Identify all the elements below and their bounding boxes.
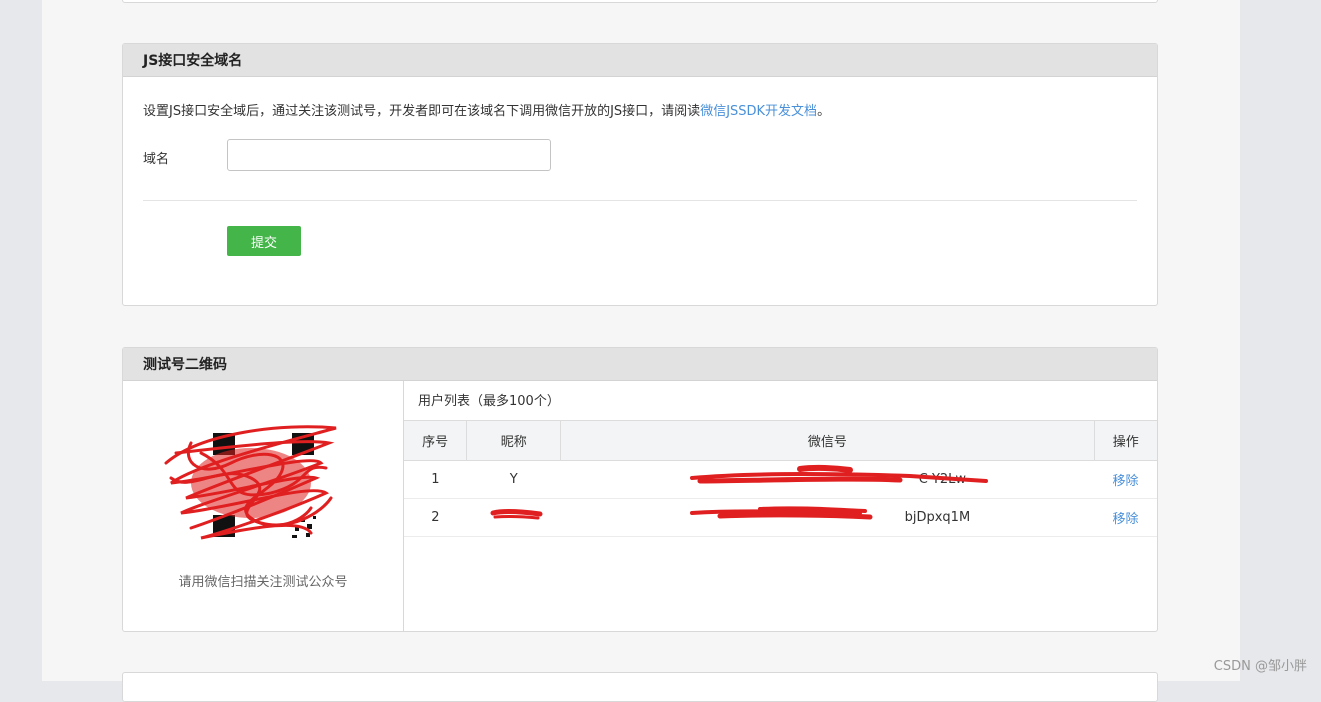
js-domain-card: JS接口安全域名 设置JS接口安全域后，通过关注该测试号，开发者即可在该域名下调… [122,43,1158,306]
row-index: 2 [404,498,467,537]
js-domain-description: 设置JS接口安全域后，通过关注该测试号，开发者即可在该域名下调用微信开放的JS接… [143,100,830,119]
page-container: JS接口安全域名 设置JS接口安全域后，通过关注该测试号，开发者即可在该域名下调… [42,0,1240,702]
remove-user-link[interactable]: 移除 [1094,460,1157,499]
domain-label: 域名 [143,152,170,167]
column-header-index: 序号 [404,420,468,461]
qr-caption: 请用微信扫描关注测试公众号 [178,575,348,590]
next-section-card [122,672,1158,702]
user-list-panel: 用户列表（最多100个） 序号 昵称 微信号 操作 1 Y C Y2Lw 移除 … [404,381,1157,631]
domain-input[interactable] [227,139,551,171]
qr-code-redacted [164,425,337,540]
previous-section-card [122,0,1158,3]
column-header-nickname: 昵称 [466,420,562,461]
table-header-row: 序号 昵称 微信号 操作 [404,420,1157,461]
row-wechat-id-text: C Y2Lw [918,472,967,487]
js-domain-title: JS接口安全域名 [143,53,243,69]
row-nickname: Y [466,460,561,499]
description-text: 设置JS接口安全域后，通过关注该测试号，开发者即可在该域名下调用微信开放的JS接… [143,104,701,119]
table-row: 2 bjDpxq1M 移除 [404,498,1157,537]
form-divider [143,200,1137,201]
watermark: CSDN @邹小胖 [1213,659,1307,674]
user-list-title: 用户列表（最多100个） [418,394,560,409]
remove-user-link[interactable]: 移除 [1094,498,1157,537]
qr-title: 测试号二维码 [143,357,227,373]
submit-button[interactable]: 提交 [227,226,301,256]
row-nickname [466,498,561,537]
row-wechat-id-text: bjDpxq1M [904,510,971,525]
qr-header: 测试号二维码 [123,348,1157,381]
user-table: 序号 昵称 微信号 操作 1 Y C Y2Lw 移除 2 bjDpxq1M 移除 [404,420,1157,537]
row-index: 1 [404,460,467,499]
row-wechat-id: bjDpxq1M [560,498,1095,537]
column-header-action: 操作 [1094,420,1157,461]
table-row: 1 Y C Y2Lw 移除 [404,460,1157,499]
column-header-wechat-id: 微信号 [560,420,1095,461]
qr-panel: 请用微信扫描关注测试公众号 [123,381,404,631]
jssdk-doc-link[interactable]: 微信JSSDK开发文档 [700,104,817,119]
js-domain-header: JS接口安全域名 [123,44,1157,77]
description-end: 。 [817,104,831,119]
row-wechat-id: C Y2Lw [560,460,1095,499]
qr-card: 测试号二维码 请用微信扫描关注测试公众号 用户列表（最多100个） 序号 昵称 … [122,347,1158,632]
